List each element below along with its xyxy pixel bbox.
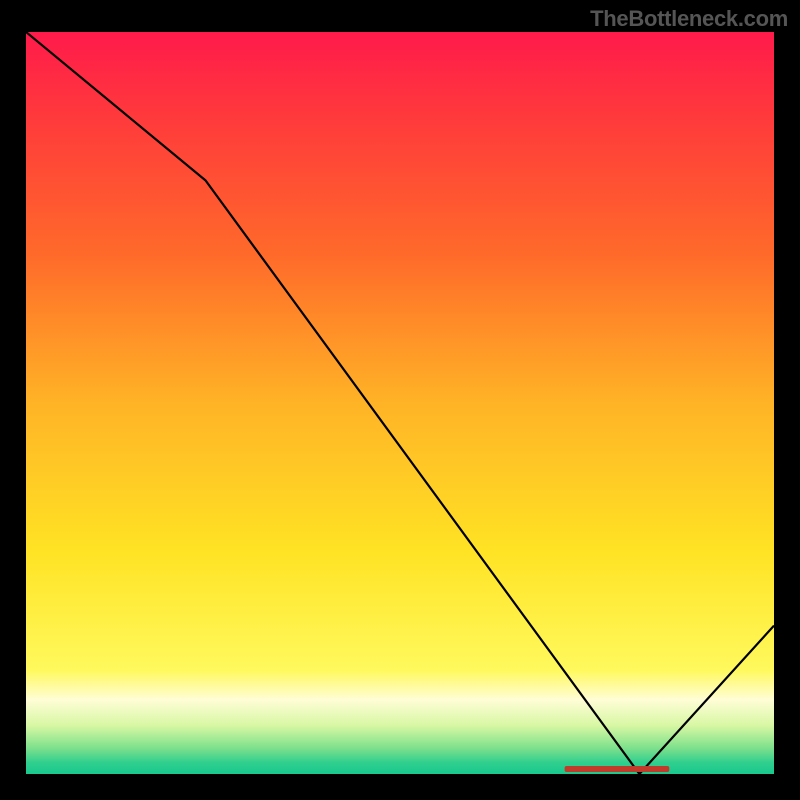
- optimal-range-marker: [565, 766, 670, 772]
- chart-svg: [26, 32, 774, 774]
- bottleneck-chart: [26, 32, 774, 774]
- chart-background: [26, 32, 774, 774]
- attribution-text: TheBottleneck.com: [590, 6, 788, 32]
